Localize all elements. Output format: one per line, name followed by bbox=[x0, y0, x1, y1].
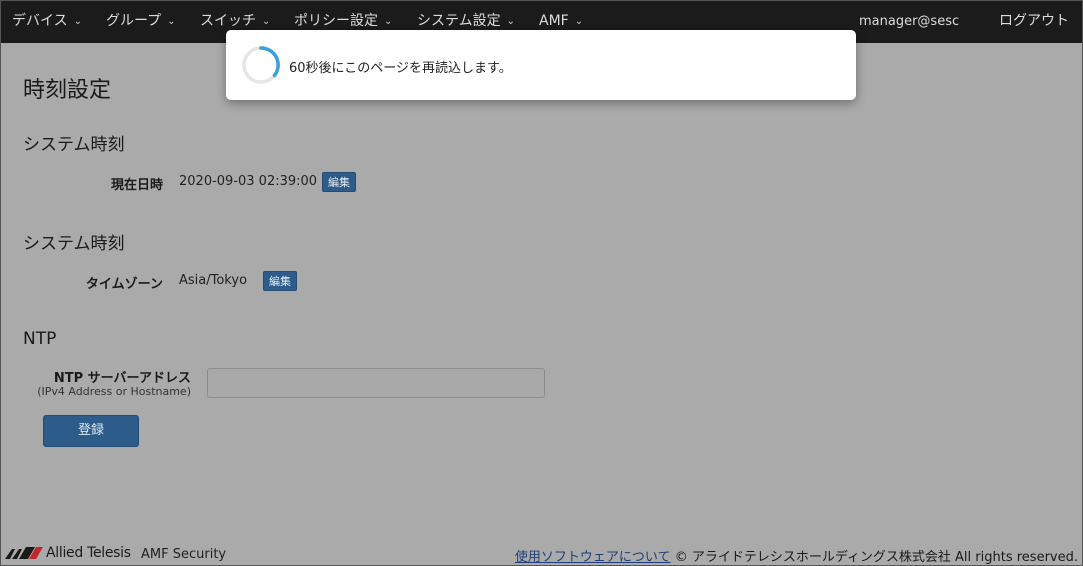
copyright-text: © アライドテレシスホールディングス株式会社 All rights reserv… bbox=[674, 550, 1078, 565]
nav-groups-label: グループ bbox=[106, 13, 162, 29]
reload-notification-modal: 60秒後にこのページを再読込します。 bbox=[226, 30, 856, 100]
nav-amf[interactable]: AMF ⌄ bbox=[539, 12, 583, 32]
footer-copyright-area: 使用ソフトウェアについて © アライドテレシスホールディングス株式会社 All … bbox=[515, 546, 1078, 565]
reload-message: 60秒後にこのページを再読込します。 bbox=[289, 61, 512, 76]
ntp-server-label: NTP サーバーアドレス bbox=[53, 371, 191, 386]
chevron-down-icon: ⌄ bbox=[574, 16, 584, 27]
loading-spinner-icon bbox=[242, 46, 280, 84]
ntp-server-input[interactable] bbox=[207, 368, 545, 398]
chevron-down-icon: ⌄ bbox=[167, 16, 176, 27]
nav-switches[interactable]: スイッチ ⌄ bbox=[200, 12, 270, 32]
nav-devices-label: デバイス bbox=[12, 13, 68, 29]
nav-switches-label: スイッチ bbox=[200, 13, 256, 29]
timezone-label: タイムゾーン bbox=[85, 277, 163, 292]
chevron-down-icon: ⌄ bbox=[384, 16, 393, 27]
nav-policy-settings-label: ポリシー設定 bbox=[294, 13, 378, 29]
nav-user[interactable]: manager@sesc bbox=[859, 13, 959, 33]
section-heading-system-time: システム時刻 bbox=[23, 135, 125, 155]
nav-groups[interactable]: グループ ⌄ bbox=[106, 12, 176, 32]
current-datetime-label: 現在日時 bbox=[110, 178, 163, 193]
section-heading-timezone: システム時刻 bbox=[23, 234, 125, 254]
brand-name: Allied Telesis bbox=[46, 545, 131, 561]
nav-system-settings[interactable]: システム設定 ⌄ bbox=[417, 12, 515, 32]
allied-telesis-logo-icon bbox=[5, 547, 43, 559]
nav-system-settings-label: システム設定 bbox=[417, 13, 501, 29]
edit-datetime-button[interactable]: 編集 bbox=[322, 172, 356, 192]
chevron-down-icon: ⌄ bbox=[506, 16, 515, 27]
section-heading-ntp: NTP bbox=[23, 329, 57, 349]
nav-amf-label: AMF bbox=[539, 13, 569, 29]
current-datetime-value: 2020-09-03 02:39:00 bbox=[179, 174, 318, 189]
product-name: AMF Security bbox=[141, 547, 227, 562]
ntp-server-sublabel: (IPv4 Address or Hostname) bbox=[37, 385, 191, 398]
allied-telesis-logo: Allied Telesis bbox=[5, 544, 131, 562]
timezone-value: Asia/Tokyo bbox=[179, 273, 248, 288]
register-button[interactable]: 登録 bbox=[43, 415, 139, 447]
software-info-link[interactable]: 使用ソフトウェアについて bbox=[515, 550, 671, 565]
page-title: 時刻設定 bbox=[23, 78, 112, 103]
nav-policy-settings[interactable]: ポリシー設定 ⌄ bbox=[294, 12, 392, 32]
nav-devices[interactable]: デバイス ⌄ bbox=[12, 12, 82, 32]
edit-timezone-button[interactable]: 編集 bbox=[263, 271, 297, 291]
chevron-down-icon: ⌄ bbox=[73, 16, 82, 27]
chevron-down-icon: ⌄ bbox=[262, 16, 271, 27]
nav-logout[interactable]: ログアウト bbox=[999, 12, 1069, 32]
